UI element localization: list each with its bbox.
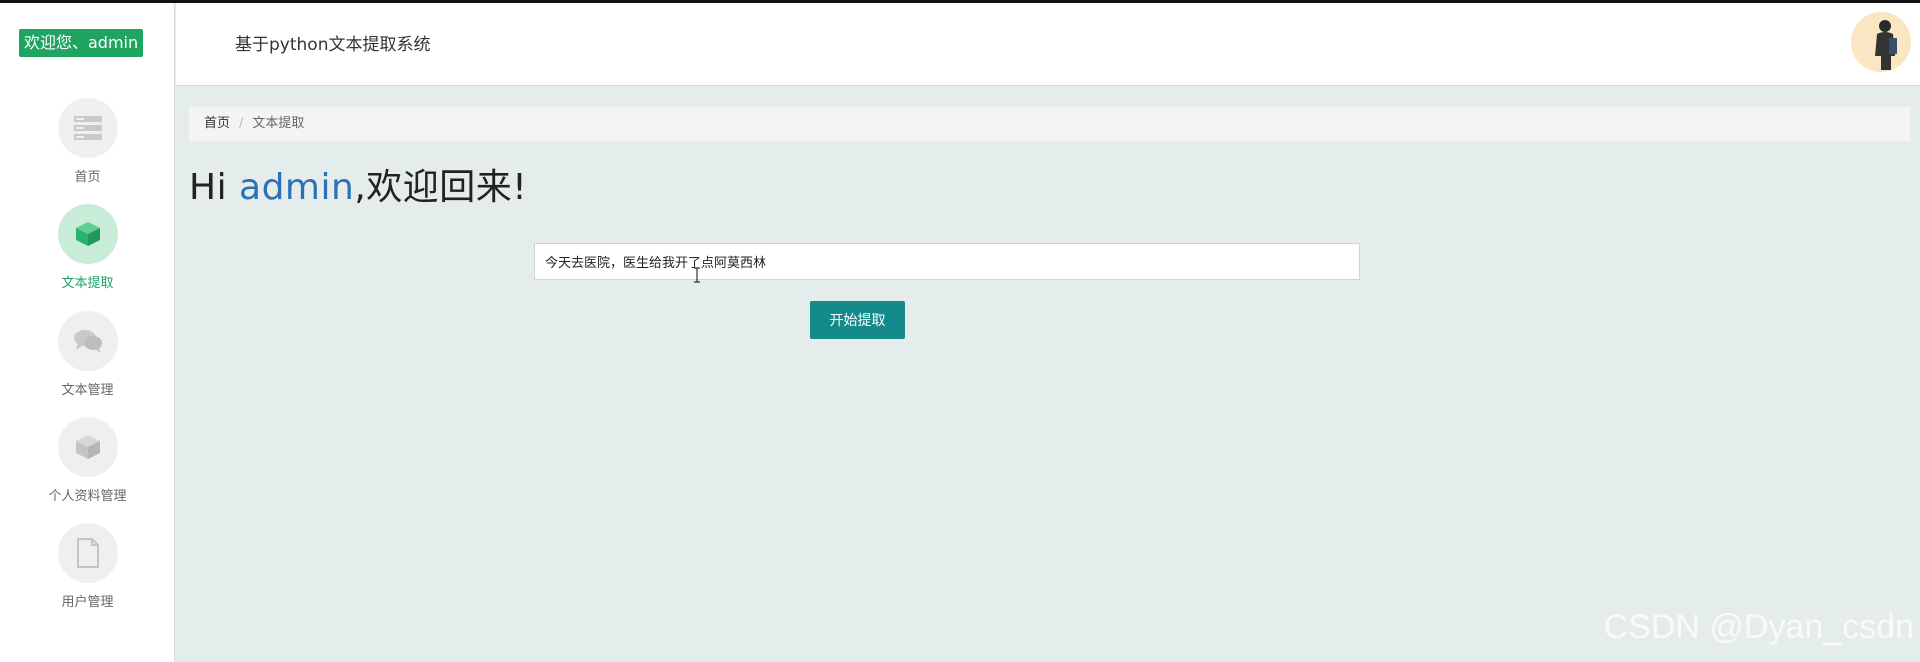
sidebar: 欢迎您、admin 首页 文本提取 文本管理 个人资料管理 用户管理 [0,3,175,662]
welcome-badge: 欢迎您、admin [19,29,144,57]
page-greeting: Hi admin,欢迎回来! [189,158,527,210]
watermark: CSDN @Dyan_csdn [1603,608,1914,646]
text-cursor-icon [694,267,700,283]
sidebar-item-label: 用户管理 [61,595,114,610]
breadcrumb-home-link[interactable]: 首页 [204,116,230,131]
cube-outline-icon [57,417,118,477]
sidebar-item-label: 文本提取 [61,276,114,291]
breadcrumb-separator: / [239,116,244,131]
sidebar-item-users[interactable]: 用户管理 [0,523,175,610]
cube-icon [57,204,118,264]
document-icon [57,523,118,583]
sidebar-item-text-extract[interactable]: 文本提取 [0,204,175,291]
text-input[interactable] [534,243,1360,280]
breadcrumb-current: 文本提取 [252,116,305,131]
breadcrumb: 首页 / 文本提取 [189,107,1910,141]
sidebar-item-label: 文本管理 [61,383,114,398]
sidebar-item-home[interactable]: 首页 [0,98,175,185]
sidebar-item-label: 个人资料管理 [48,489,127,504]
server-icon [57,98,118,158]
start-extract-button[interactable]: 开始提取 [810,301,905,339]
greeting-username: admin [239,167,355,208]
sidebar-item-profile[interactable]: 个人资料管理 [0,417,175,504]
chat-bubbles-icon [57,311,118,371]
avatar[interactable] [1851,12,1911,72]
person-silhouette-icon [1851,12,1911,72]
sidebar-item-text-manage[interactable]: 文本管理 [0,311,175,398]
sidebar-item-label: 首页 [74,170,101,185]
greeting-suffix: ,欢迎回来! [354,167,528,208]
site-title: 基于python文本提取系统 [235,35,431,55]
greeting-prefix: Hi [189,167,240,208]
top-header: 基于python文本提取系统 [176,3,1920,86]
